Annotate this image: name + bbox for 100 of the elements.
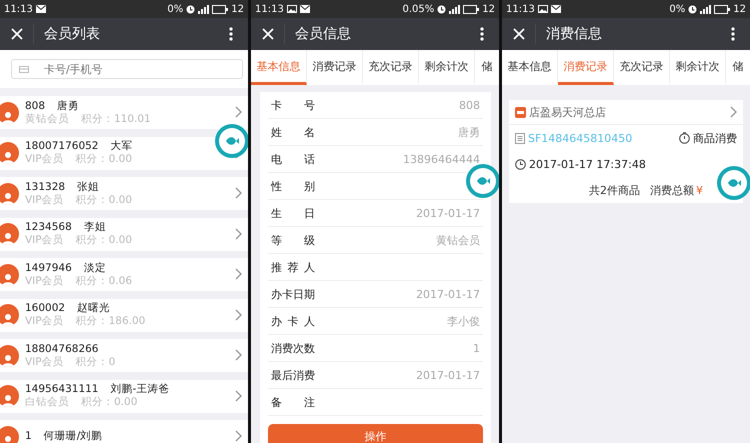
member-level: VIP会员	[25, 274, 64, 288]
clock-icon	[515, 158, 526, 170]
member-level: VIP会员	[25, 194, 64, 206]
member-row[interactable]: 131328 张姐 VIP会员 积分：0.00	[0, 177, 248, 210]
chevron-right-icon	[235, 268, 242, 280]
member-row[interactable]: 1497946 淡定 VIP会员 积分：0.06	[0, 258, 248, 291]
member-points: 积分：0.00	[81, 396, 138, 409]
battery-level: 12	[231, 4, 244, 14]
member-row[interactable]: 18007176052 大军 VIP会员 积分：0.00	[0, 136, 248, 170]
member-card-number: 160002	[25, 302, 66, 315]
signal-icon	[700, 4, 712, 14]
consumption-type: 商品消费	[693, 130, 737, 146]
member-name: 刘鹏-王涛爸	[110, 383, 170, 396]
field-label: 办卡日期	[271, 286, 315, 302]
member-row[interactable]: 808 唐勇 黄钻会员 积分：110.01	[0, 96, 248, 129]
member-card-number: 1497946	[25, 262, 72, 274]
field-label: 最后消费	[271, 368, 315, 382]
item-count: 共2件商品	[589, 182, 640, 198]
battery-icon	[714, 4, 730, 14]
member-points: 积分：0.06	[76, 274, 132, 288]
field-label: 性别	[271, 178, 315, 194]
member-row[interactable]: 18804768266 VIP会员 积分：0	[0, 339, 248, 372]
field-label: 卡号	[271, 98, 315, 112]
member-name: 李姐	[84, 221, 106, 234]
member-level: 黄钻会员	[25, 112, 69, 126]
field-label: 备注	[271, 394, 315, 410]
member-name: 赵曙光	[77, 302, 110, 315]
field-value: 808	[458, 98, 480, 112]
status-time: 11:13	[506, 4, 535, 14]
page-title: 会员列表	[44, 25, 101, 43]
member-points: 积分：0.00	[76, 153, 132, 166]
alarm-icon	[688, 4, 698, 14]
signal-icon	[198, 4, 210, 14]
avatar-icon	[0, 344, 19, 366]
avatar-icon	[0, 182, 19, 204]
currency-symbol: ¥	[696, 184, 703, 196]
close-icon	[10, 28, 22, 40]
member-card-number: 808	[25, 100, 46, 112]
chevron-right-icon	[235, 228, 242, 240]
member-row[interactable]: 1234568 李姐 VIP会员 积分：0.00	[0, 218, 248, 250]
field-value: 唐勇	[457, 124, 480, 140]
store-name: 店盈易天河总店	[529, 104, 607, 120]
member-row[interactable]: 1 何珊珊/刘鹏	[0, 420, 248, 443]
member-level: VIP会员	[25, 153, 64, 166]
member-card-number: 18804768266	[25, 342, 98, 356]
field-value: 13896464444	[402, 152, 480, 166]
member-name: 唐勇	[57, 100, 80, 112]
close-icon	[262, 28, 274, 40]
member-level: VIP会员	[25, 315, 64, 328]
battery-icon	[463, 4, 480, 14]
mail-icon	[36, 5, 46, 13]
fish-icon	[727, 178, 741, 188]
avatar-icon	[0, 102, 19, 124]
image-icon	[286, 5, 297, 13]
chevron-right-icon	[235, 390, 242, 402]
member-card-number: 1	[25, 430, 32, 443]
timer-icon	[679, 132, 690, 144]
chevron-right-icon	[730, 106, 737, 118]
alarm-icon	[437, 4, 446, 14]
search-field[interactable]: 卡号/手机号	[11, 59, 243, 79]
more-icon	[480, 27, 484, 41]
member-name: 何珊珊/刘鹏	[44, 430, 102, 443]
chevron-right-icon	[235, 308, 242, 320]
record-time: 2017-01-17 17:37:48	[529, 158, 646, 170]
avatar-icon	[0, 304, 19, 326]
fish-icon	[476, 176, 490, 186]
member-level: VIP会员	[25, 234, 64, 247]
chevron-right-icon	[235, 430, 242, 442]
field-label: 消费次数	[271, 340, 315, 356]
field-value: 李小俊	[446, 314, 480, 328]
field-value: 2017-01-17	[415, 206, 480, 220]
image-icon	[538, 5, 548, 13]
mail-icon	[300, 5, 310, 13]
field-label: 姓名	[271, 124, 315, 140]
store-icon	[515, 106, 526, 118]
field-label: 生日	[271, 206, 315, 220]
status-time: 11:13	[255, 4, 284, 14]
field-value: 黄钻会员	[435, 232, 480, 248]
alarm-icon	[186, 4, 196, 14]
avatar-icon	[0, 385, 19, 407]
avatar-icon	[0, 264, 19, 286]
member-points: 积分：0	[76, 356, 116, 368]
avatar-icon	[0, 142, 19, 164]
field-value: 2017-01-17	[415, 288, 480, 300]
member-card-number: 131328	[25, 180, 66, 194]
field-value: 1	[472, 342, 480, 354]
member-name: 淡定	[84, 262, 106, 274]
field-label: 电话	[271, 152, 315, 166]
member-row[interactable]: 14956431111 刘鹏-王涛爸 白钻会员 积分：0.00	[0, 380, 248, 412]
member-name: 张姐	[77, 180, 100, 194]
chevron-right-icon	[235, 106, 242, 118]
fish-icon	[225, 136, 239, 146]
battery-icon	[212, 4, 228, 14]
member-card-number: 14956431111	[25, 383, 98, 396]
more-icon	[229, 27, 233, 41]
member-row[interactable]: 160002 赵曙光 VIP会员 积分：186.00	[0, 298, 248, 332]
more-icon	[731, 27, 735, 41]
total-label: 消费总额	[650, 182, 694, 198]
battery-level: 12	[733, 4, 746, 14]
record-card[interactable]: 店盈易天河总店 SF1484645810450 商品消费 2017-01-17 17:37:48 共2件商品 消费总额 ¥	[509, 100, 743, 203]
